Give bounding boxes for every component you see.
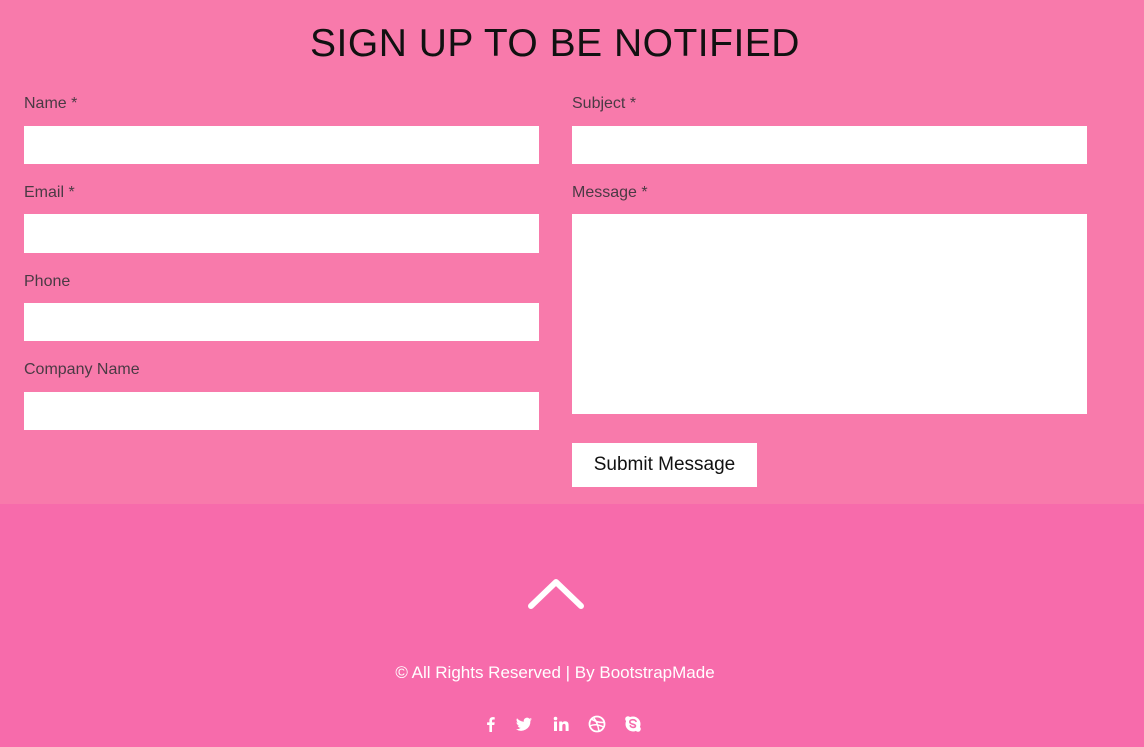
dribbble-icon — [588, 715, 606, 733]
copyright-text: © All Rights Reserved | By BootstrapMade — [395, 663, 715, 682]
name-label: Name * — [24, 95, 78, 112]
twitter-icon — [516, 717, 532, 731]
back-to-top-button[interactable] — [525, 574, 587, 614]
email-input[interactable] — [24, 214, 539, 253]
message-label: Message * — [572, 184, 648, 201]
email-label: Email * — [24, 184, 75, 201]
phone-label: Phone — [24, 273, 71, 290]
subject-input[interactable] — [572, 126, 1087, 164]
twitter-link[interactable] — [514, 714, 534, 734]
company-name-input[interactable] — [24, 392, 539, 430]
facebook-icon — [487, 717, 495, 732]
name-input[interactable] — [24, 126, 539, 164]
dribbble-link[interactable] — [587, 714, 607, 734]
phone-input[interactable] — [24, 303, 539, 341]
footer: © All Rights Reserved | By BootstrapMade — [0, 504, 1144, 747]
submit-message-button[interactable]: Submit Message — [572, 443, 757, 487]
skype-icon — [625, 716, 641, 732]
page-title: SIGN UP TO BE NOTIFIED — [310, 22, 800, 65]
subject-label: Subject * — [572, 95, 637, 112]
message-textarea[interactable] — [572, 214, 1087, 414]
skype-link[interactable] — [623, 714, 643, 734]
linkedin-icon — [553, 716, 569, 731]
signup-form-section: SIGN UP TO BE NOTIFIED Name * Email * Ph… — [0, 0, 1144, 504]
company-name-label: Company Name — [24, 361, 140, 378]
facebook-link[interactable] — [481, 714, 501, 734]
linkedin-link[interactable] — [551, 714, 571, 734]
chevron-up-icon — [528, 579, 584, 609]
